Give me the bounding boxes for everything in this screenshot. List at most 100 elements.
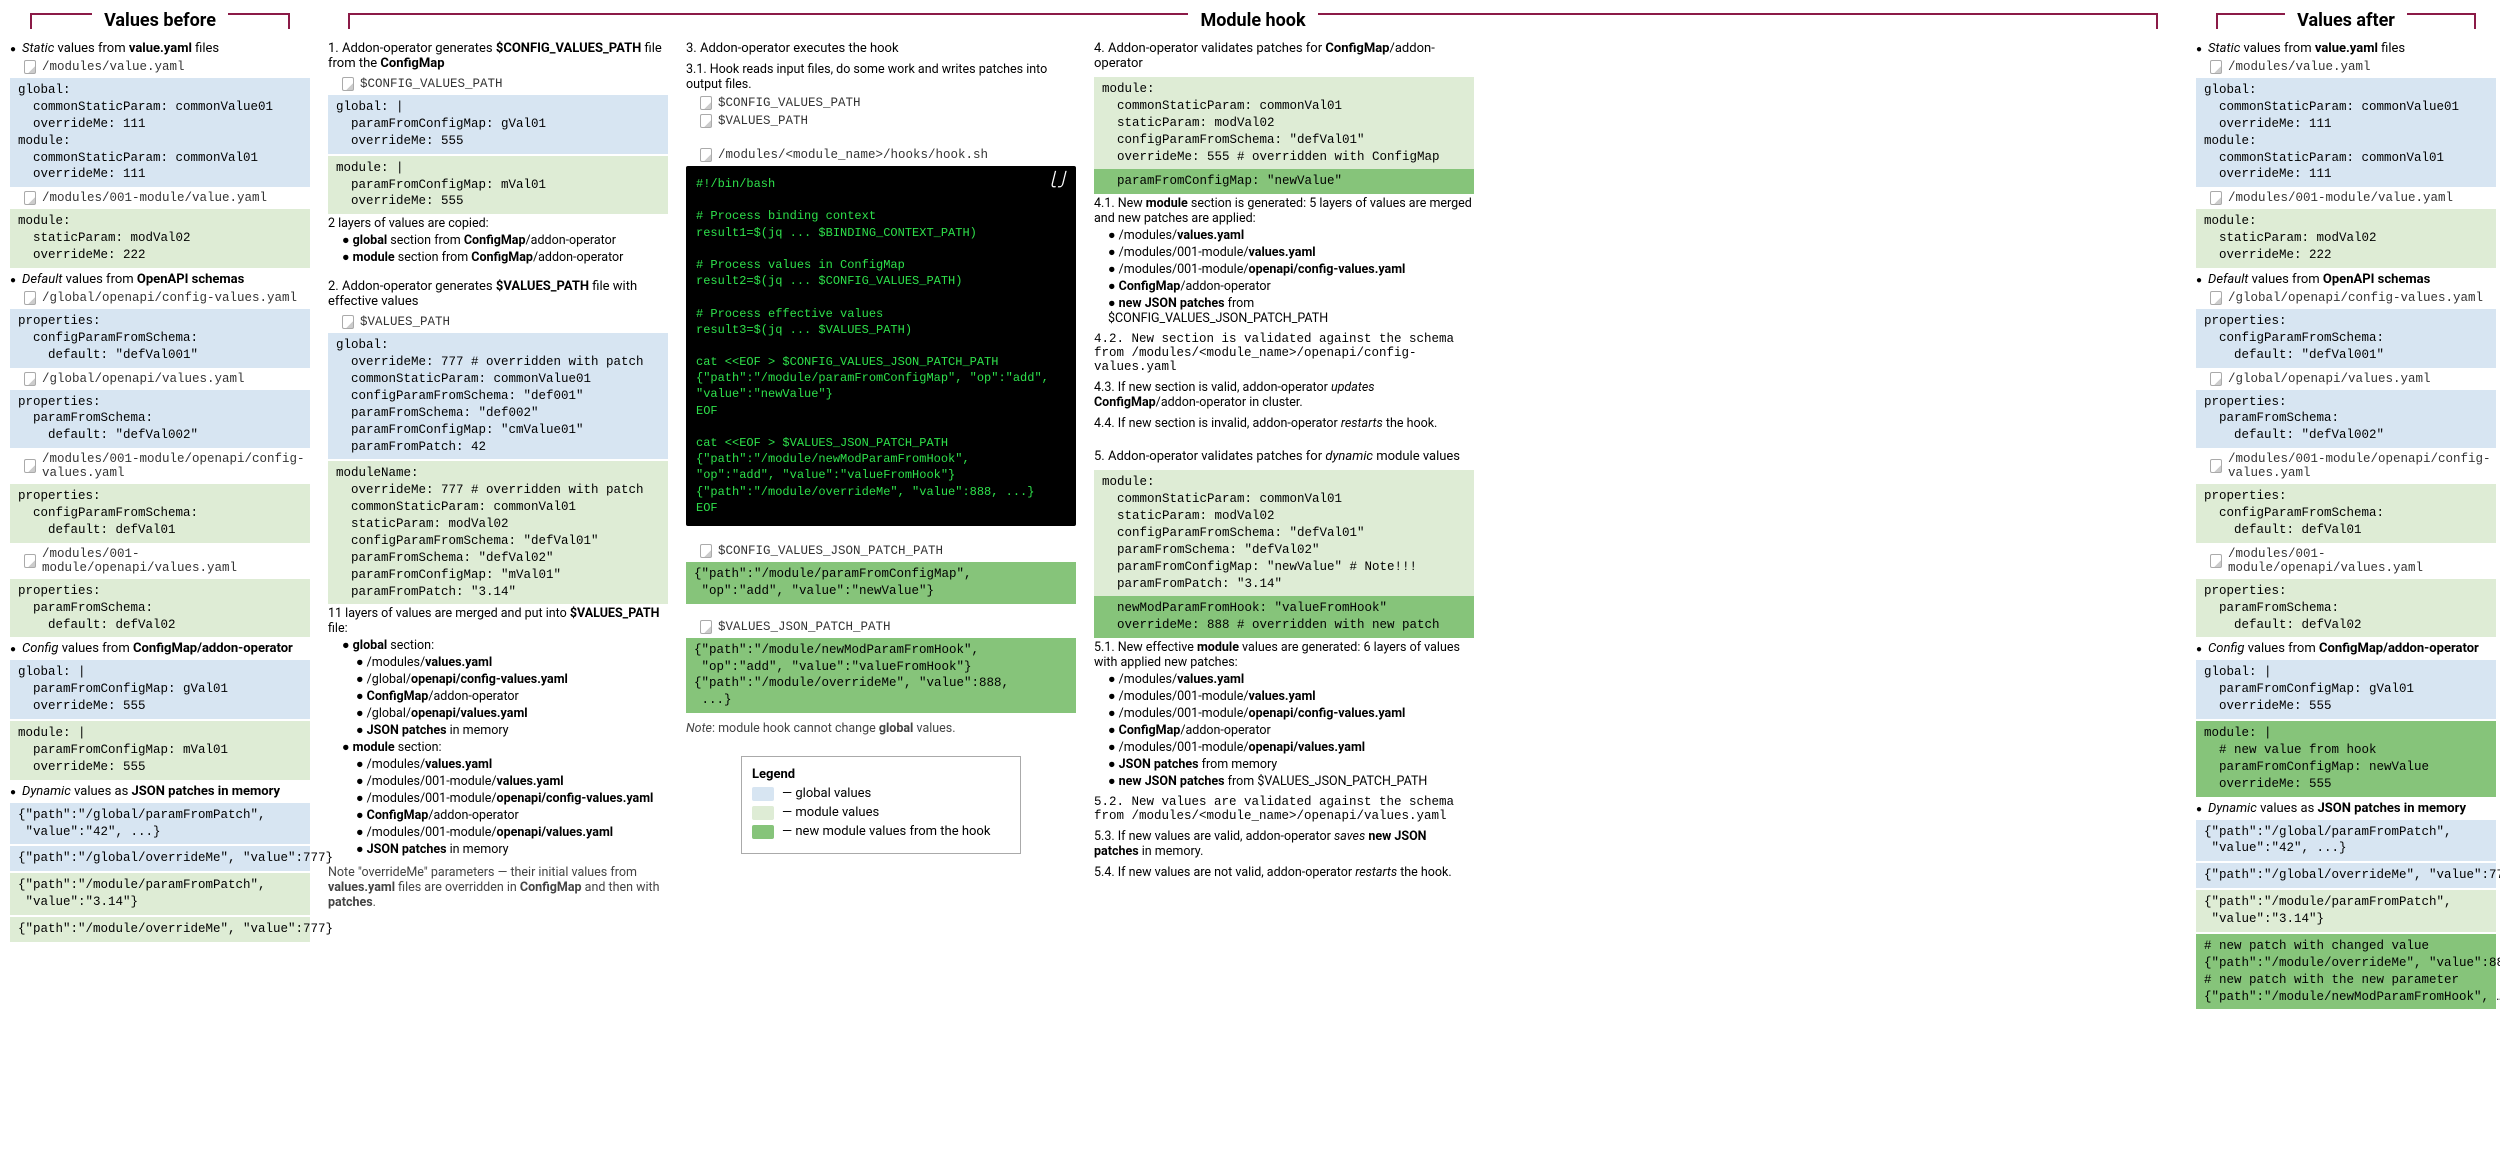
- list-item: ● /modules/001-module/values.yaml: [1108, 689, 1474, 704]
- heading-default: Default values from OpenAPI schemas: [22, 272, 244, 287]
- code-block: global: overrideMe: 777 # overridden wit…: [328, 333, 668, 459]
- list-item: ● /modules/values.yaml: [356, 757, 668, 772]
- code-block: {"path":"/module/newModParamFromHook", "…: [686, 638, 1076, 714]
- code-block: properties: paramFromSchema: default: "d…: [2196, 390, 2496, 449]
- code-block: module: | paramFromConfigMap: mVal01 ove…: [328, 156, 668, 215]
- code-block: properties: paramFromSchema: default: de…: [2196, 579, 2496, 638]
- list-item: ● JSON patches in memory: [356, 723, 668, 738]
- file-icon: [700, 148, 712, 162]
- code-block: {"path":"/module/paramFromPatch", "value…: [10, 873, 310, 915]
- list-item: ● /modules/001-module/openapi/config-val…: [356, 791, 668, 806]
- code-block: properties: configParamFromSchema: defau…: [10, 309, 310, 368]
- list-item: ● /modules/values.yaml: [1108, 228, 1474, 243]
- hook-step3: 3. Addon-operator executes the hook 3.1.…: [686, 41, 1076, 854]
- file-icon: [2210, 554, 2222, 568]
- file-icon: [24, 372, 36, 386]
- list-item: ● ConfigMap/addon-operator: [1108, 723, 1474, 738]
- file-icon: [2210, 291, 2222, 305]
- list-item: ● /modules/001-module/openapi/config-val…: [1108, 706, 1474, 721]
- list-item: ● /modules/values.yaml: [356, 655, 668, 670]
- heading-dynamic: Dynamic values as JSON patches in memory: [2208, 801, 2466, 816]
- code-block: {"path":"/module/paramFromConfigMap", "o…: [686, 562, 1076, 604]
- code-block: global: commonStaticParam: commonValue01…: [2196, 78, 2496, 187]
- code-block: global: | paramFromConfigMap: gVal01 ove…: [2196, 660, 2496, 719]
- code-block: global: commonStaticParam: commonValue01…: [10, 78, 310, 187]
- code-block: module: staticParam: modVal02 overrideMe…: [2196, 209, 2496, 268]
- code-block: {"path":"/global/overrideMe", "value":77…: [10, 846, 310, 871]
- file-icon: [24, 554, 36, 568]
- heading-static: Static values from value.yaml files: [22, 41, 219, 56]
- code-block: paramFromConfigMap: "newValue": [1094, 169, 1474, 194]
- code-block: {"path":"/module/paramFromPatch", "value…: [2196, 890, 2496, 932]
- heading-static: Static values from value.yaml files: [2208, 41, 2405, 56]
- code-block: {"path":"/global/paramFromPatch", "value…: [2196, 820, 2496, 862]
- list-item: ● /global/openapi/config-values.yaml: [356, 672, 668, 687]
- section-title: Values before: [104, 10, 216, 31]
- terminal: #!/bin/bash # Process binding context re…: [686, 166, 1076, 526]
- values-after-column: Values after ●Static values from value.y…: [2196, 10, 2496, 1011]
- list-item: ● ConfigMap/addon-operator: [356, 689, 668, 704]
- hook-step4: 4. Addon-operator validates patches for …: [1094, 41, 1474, 882]
- file-icon: [700, 96, 712, 110]
- file-icon: [342, 77, 354, 91]
- list-item: ● JSON patches from memory: [1108, 757, 1474, 772]
- list-item: ● /modules/001-module/values.yaml: [1108, 245, 1474, 260]
- list-item: ● ConfigMap/addon-operator: [356, 808, 668, 823]
- file-icon: [2210, 372, 2222, 386]
- code-block: moduleName: overrideMe: 777 # overridden…: [328, 461, 668, 604]
- file-icon: [700, 544, 712, 558]
- list: ● /modules/values.yaml ● /modules/001-mod…: [328, 757, 668, 857]
- file-icon: [24, 60, 36, 74]
- file-icon: [2210, 459, 2222, 473]
- code-block: {"path":"/module/overrideMe", "value":77…: [10, 917, 310, 942]
- section-title: Module hook: [1200, 10, 1305, 31]
- section-title: Values after: [2297, 10, 2395, 31]
- file-icon: [24, 291, 36, 305]
- list-item: ● /modules/values.yaml: [1108, 672, 1474, 687]
- list-item: ● /modules/001-module/openapi/values.yam…: [1108, 740, 1474, 755]
- values-before-column: Values before ●Static values from value.…: [10, 10, 310, 944]
- code-block: {"path":"/global/paramFromPatch", "value…: [10, 803, 310, 845]
- module-hook-column: Module hook 1. Addon-operator generates …: [328, 10, 2178, 910]
- file-icon: [2210, 60, 2222, 74]
- code-block: global: | paramFromConfigMap: gVal01 ove…: [328, 95, 668, 154]
- code-block: newModParamFromHook: "valueFromHook" ove…: [1094, 596, 1474, 638]
- list: ● /modules/values.yaml ● /global/openapi/…: [328, 655, 668, 738]
- swatch-new: [752, 825, 774, 839]
- code-block: properties: paramFromSchema: default: de…: [10, 579, 310, 638]
- file-icon: [342, 315, 354, 329]
- code-block: module: commonStaticParam: commonVal01 s…: [1094, 470, 1474, 596]
- swatch-module: [752, 806, 774, 820]
- heading-dynamic: Dynamic values as JSON patches in memory: [22, 784, 280, 799]
- code-block: properties: configParamFromSchema: defau…: [10, 484, 310, 543]
- code-block: # new patch with changed value {"path":"…: [2196, 934, 2496, 1010]
- code-block: global: | paramFromConfigMap: gVal01 ove…: [10, 660, 310, 719]
- heading-config: Config values from ConfigMap/addon-opera…: [22, 641, 293, 656]
- list: ● /modules/values.yaml ● /modules/001-mod…: [1094, 228, 1474, 326]
- file-icon: [24, 459, 36, 473]
- list-item: ● /modules/001-module/openapi/config-val…: [1108, 262, 1474, 277]
- code-block: module: commonStaticParam: commonVal01 s…: [1094, 77, 1474, 169]
- code-block: {"path":"/global/overrideMe", "value":77…: [2196, 863, 2496, 888]
- code-block: properties: paramFromSchema: default: "d…: [10, 390, 310, 449]
- heading-default: Default values from OpenAPI schemas: [2208, 272, 2430, 287]
- code-block: properties: configParamFromSchema: defau…: [2196, 484, 2496, 543]
- list-item: ● /global/openapi/values.yaml: [356, 706, 668, 721]
- hook-step1-2: 1. Addon-operator generates $CONFIG_VALU…: [328, 41, 668, 910]
- code-block: properties: configParamFromSchema: defau…: [2196, 309, 2496, 368]
- file-icon: [24, 191, 36, 205]
- list-item: ● JSON patches in memory: [356, 842, 668, 857]
- shell-icon: ⎩⎭: [1047, 172, 1068, 191]
- swatch-global: [752, 787, 774, 801]
- list-item: ● /modules/001-module/values.yaml: [356, 774, 668, 789]
- code-block: module: | paramFromConfigMap: mVal01 ove…: [10, 721, 310, 780]
- file-icon: [2210, 191, 2222, 205]
- list-item: ● /modules/001-module/openapi/values.yam…: [356, 825, 668, 840]
- file-icon: [700, 620, 712, 634]
- code-block: module: | # new value from hook paramFro…: [2196, 721, 2496, 797]
- legend: Legend — global values — module values —…: [741, 756, 1021, 854]
- list-item: ● new JSON patches from $VALUES_JSON_PAT…: [1108, 774, 1474, 789]
- list-item: ● new JSON patches from $CONFIG_VALUES_J…: [1108, 296, 1474, 326]
- list-item: ● ConfigMap/addon-operator: [1108, 279, 1474, 294]
- file-icon: [700, 114, 712, 128]
